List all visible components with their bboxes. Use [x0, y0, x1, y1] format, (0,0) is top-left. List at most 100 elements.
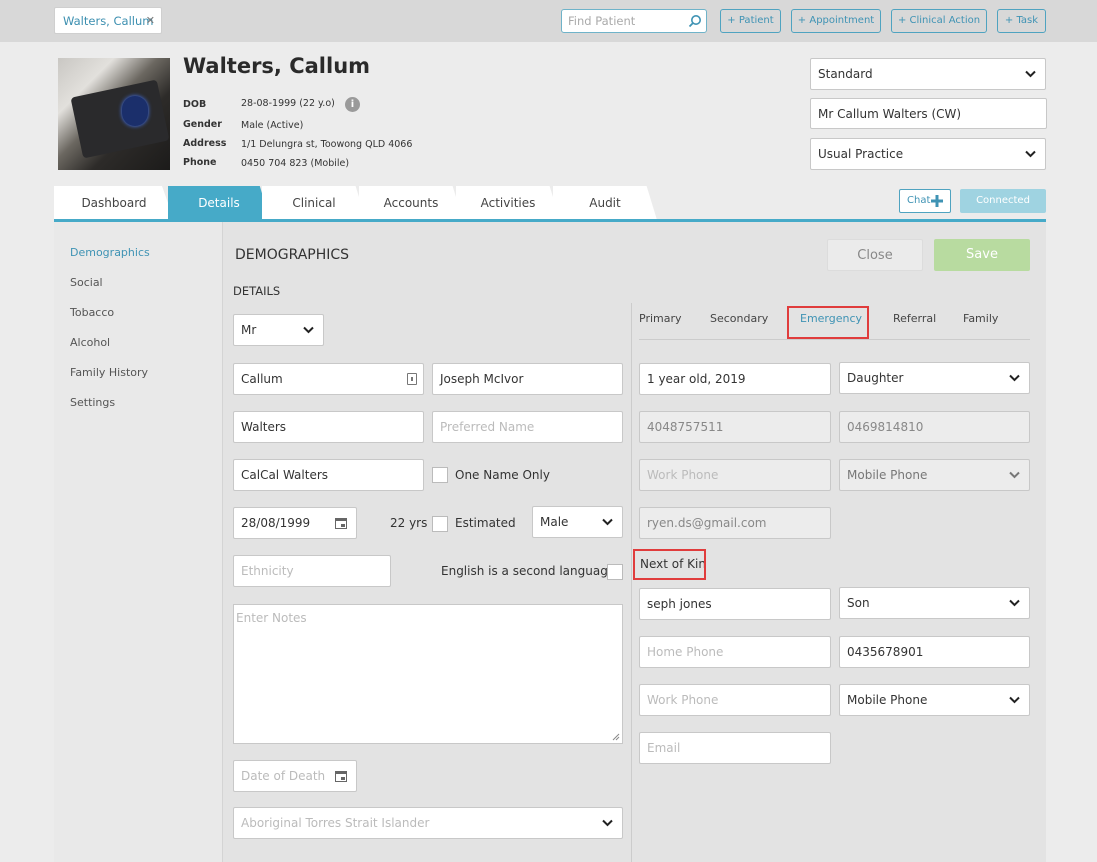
- emergency-work-phone-field[interactable]: Work Phone: [639, 459, 831, 491]
- patient-name: Walters, Callum: [183, 54, 371, 78]
- tab-label: Details: [198, 196, 240, 210]
- notes-placeholder: Enter Notes: [236, 611, 307, 625]
- chevron-down-icon: [1009, 696, 1020, 704]
- sidebar-item-social[interactable]: Social: [70, 276, 103, 289]
- display-name-field[interactable]: Mr Callum Walters (CW): [810, 98, 1047, 129]
- subtab-underline: [639, 339, 1030, 340]
- tab-activities[interactable]: Activities: [456, 186, 560, 220]
- practice-select[interactable]: Usual Practice: [810, 138, 1046, 170]
- kin-home-phone-field[interactable]: Home Phone: [639, 636, 831, 668]
- tab-dashboard[interactable]: Dashboard: [54, 186, 174, 220]
- alias-field[interactable]: CalCal Walters: [233, 459, 424, 491]
- practice-value: Usual Practice: [818, 147, 904, 161]
- kin-phone-type-select[interactable]: Mobile Phone: [839, 684, 1030, 716]
- info-icon[interactable]: i: [345, 97, 360, 112]
- sidebar-item-settings[interactable]: Settings: [70, 396, 115, 409]
- tab-label: Clinical: [292, 196, 336, 210]
- kin-name-field[interactable]: seph jones: [639, 588, 831, 620]
- calendar-icon[interactable]: [335, 771, 347, 782]
- sex-select[interactable]: Male: [532, 506, 623, 538]
- tab-label: Dashboard: [81, 196, 147, 210]
- add-clinical-action-button[interactable]: + Clinical Action: [891, 9, 987, 33]
- gender-label: Gender: [183, 119, 222, 130]
- date-of-death-placeholder: Date of Death: [241, 769, 326, 783]
- one-name-only-label: One Name Only: [455, 468, 550, 482]
- chevron-down-icon: [1025, 150, 1036, 158]
- kin-relationship-select[interactable]: Son: [839, 587, 1030, 619]
- chevron-down-icon: [602, 518, 613, 526]
- chevron-down-icon: [1009, 471, 1020, 479]
- estimated-label: Estimated: [455, 516, 516, 530]
- plus-icon: [931, 195, 943, 207]
- subtab-primary[interactable]: Primary: [639, 312, 682, 325]
- ethnicity-field[interactable]: Ethnicity: [233, 555, 391, 587]
- first-name-field[interactable]: Callum: [233, 363, 424, 395]
- subtab-referral[interactable]: Referral: [893, 312, 936, 325]
- sidebar-item-family-history[interactable]: Family History: [70, 366, 148, 379]
- resize-handle-icon[interactable]: [612, 733, 620, 741]
- birth-date-field[interactable]: 28/08/1999: [233, 507, 357, 539]
- emergency-phone-type-select[interactable]: Mobile Phone: [839, 459, 1030, 491]
- aboriginal-select[interactable]: Aboriginal Torres Strait Islander: [233, 807, 623, 839]
- notes-textarea[interactable]: Enter Notes: [233, 604, 623, 744]
- subtab-secondary[interactable]: Secondary: [710, 312, 768, 325]
- chevron-down-icon: [1009, 599, 1020, 607]
- chevron-down-icon: [303, 326, 314, 334]
- calendar-icon[interactable]: [335, 518, 347, 529]
- kin-relationship-value: Son: [847, 596, 870, 610]
- title-select[interactable]: Mr: [233, 314, 324, 346]
- sex-value: Male: [540, 515, 569, 529]
- address-label: Address: [183, 138, 227, 149]
- billing-type-select[interactable]: Standard: [810, 58, 1046, 90]
- emergency-relationship-select[interactable]: Daughter: [839, 362, 1030, 394]
- tab-accounts[interactable]: Accounts: [359, 186, 463, 220]
- kin-mobile-field[interactable]: 0435678901: [839, 636, 1030, 668]
- patient-tab[interactable]: Walters, Callum ✕: [54, 7, 162, 34]
- close-icon[interactable]: ✕: [146, 14, 155, 27]
- kin-work-phone-field[interactable]: Work Phone: [639, 684, 831, 716]
- highlight-box-emergency: [787, 306, 869, 339]
- last-name-field[interactable]: Walters: [233, 411, 424, 443]
- subtab-family[interactable]: Family: [963, 312, 998, 325]
- tab-label: Accounts: [383, 196, 439, 210]
- chevron-down-icon: [602, 819, 613, 827]
- kin-email-field[interactable]: Email: [639, 732, 831, 764]
- sidebar-item-alcohol[interactable]: Alcohol: [70, 336, 110, 349]
- date-of-death-field[interactable]: Date of Death: [233, 760, 357, 792]
- emergency-mobile-field[interactable]: 0469814810: [839, 411, 1030, 443]
- search-icon[interactable]: [688, 14, 702, 28]
- add-task-button[interactable]: + Task: [997, 9, 1046, 33]
- details-heading: DETAILS: [233, 284, 281, 298]
- age-text: 22 yrs: [390, 516, 428, 530]
- billing-type-value: Standard: [818, 67, 873, 81]
- add-appointment-button[interactable]: + Appointment: [791, 9, 881, 33]
- patient-tab-label: Walters, Callum: [63, 14, 154, 28]
- connected-status-button[interactable]: Connected: [960, 189, 1046, 213]
- one-name-only-checkbox[interactable]: [432, 467, 448, 483]
- highlight-box-next-of-kin: [633, 549, 706, 580]
- find-patient-input[interactable]: Find Patient: [561, 9, 707, 33]
- close-button[interactable]: Close: [827, 239, 923, 271]
- birth-date-value: 28/08/1999: [241, 516, 311, 530]
- tab-details[interactable]: Details: [168, 186, 270, 220]
- preferred-name-field[interactable]: Preferred Name: [432, 411, 623, 443]
- tab-clinical[interactable]: Clinical: [262, 186, 366, 220]
- second-language-checkbox[interactable]: [607, 564, 623, 580]
- middle-name-field[interactable]: Joseph McIvor: [432, 363, 623, 395]
- page-title: DEMOGRAPHICS: [235, 247, 350, 263]
- emergency-name-field[interactable]: 1 year old, 2019: [639, 363, 831, 395]
- sidebar-item-tobacco[interactable]: Tobacco: [70, 306, 114, 319]
- sidebar-item-demographics[interactable]: Demographics: [70, 246, 150, 259]
- emergency-home-phone-field[interactable]: 4048757511: [639, 411, 831, 443]
- add-patient-button[interactable]: + Patient: [720, 9, 781, 33]
- phone-label: Phone: [183, 157, 217, 168]
- chat-button[interactable]: Chat: [899, 189, 951, 213]
- title-value: Mr: [241, 323, 257, 337]
- emergency-email-field[interactable]: ryen.ds@gmail.com: [639, 507, 831, 539]
- tab-audit[interactable]: Audit: [553, 186, 657, 220]
- estimated-checkbox[interactable]: [432, 516, 448, 532]
- save-button[interactable]: Save: [934, 239, 1030, 271]
- first-name-value: Callum: [241, 372, 283, 386]
- phone-value: 0450 704 823 (Mobile): [241, 158, 350, 169]
- patient-photo: [58, 58, 170, 170]
